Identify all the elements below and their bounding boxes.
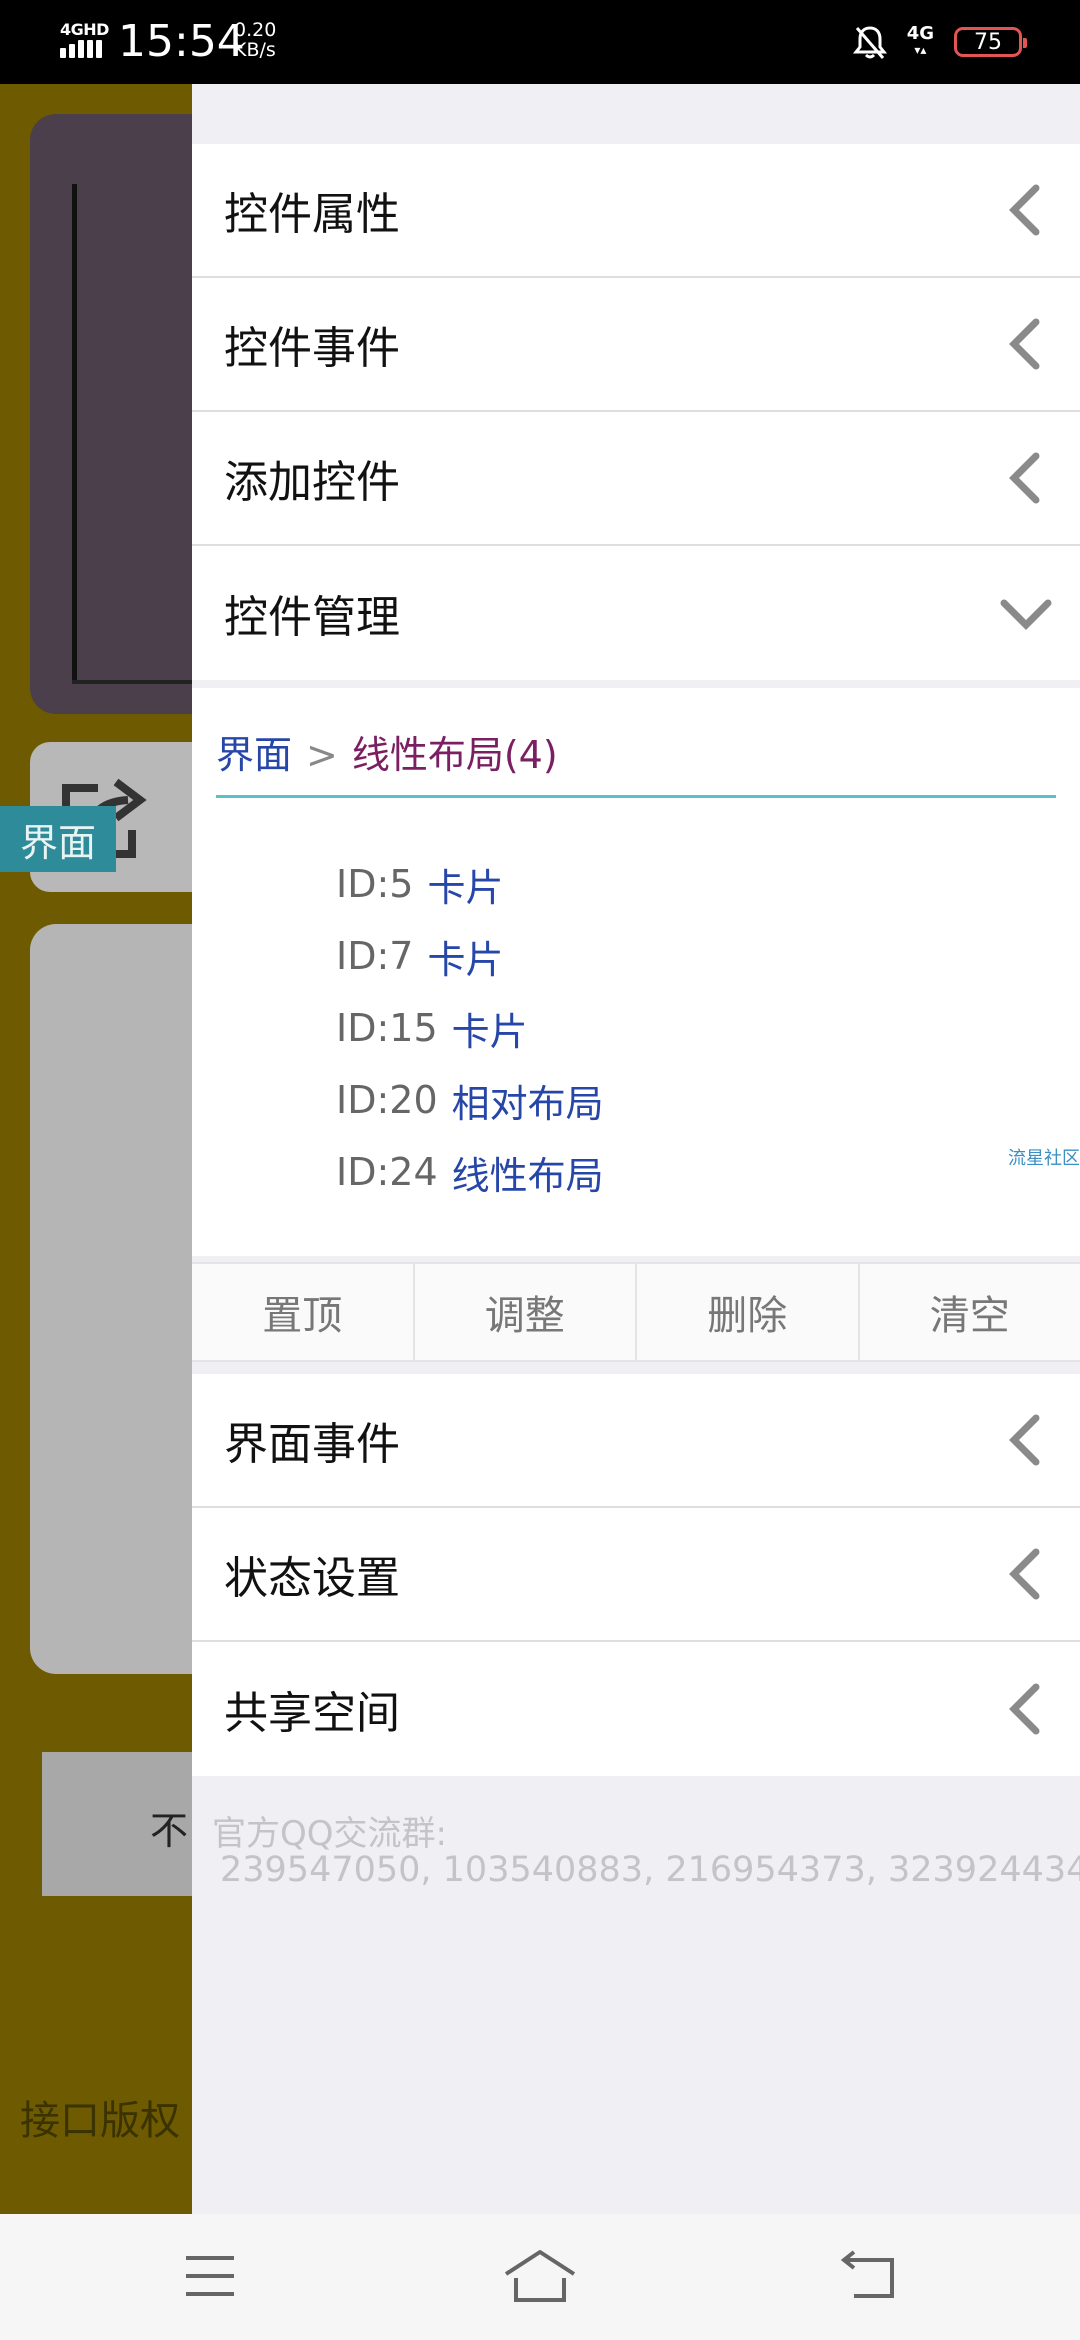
chevron-left-icon <box>1009 1548 1040 1600</box>
list-item[interactable]: ID:20 相对布局 <box>336 1064 604 1136</box>
side-drawer: 控件属性 控件事件 添加控件 控件管理 界面 > 线性布局(4) ID:5 卡片 <box>192 84 1080 2214</box>
chevron-left-icon <box>1009 452 1040 504</box>
battery-icon: 75 <box>954 27 1027 57</box>
clock: 15:54 <box>118 16 245 67</box>
battery-level: 75 <box>974 29 1002 55</box>
menu-item-label: 共享空间 <box>224 1688 400 1739</box>
widget-id: ID:20 <box>336 1078 438 1122</box>
chevron-left-icon <box>1009 1683 1040 1735</box>
widget-id: ID:7 <box>336 934 414 978</box>
menu-item-label: 控件管理 <box>224 592 400 643</box>
breadcrumb-separator: > <box>306 733 338 777</box>
menu-item-widget-events[interactable]: 控件事件 <box>192 278 1080 412</box>
widget-name: 相对布局 <box>451 1081 604 1126</box>
list-item[interactable]: ID:15 卡片 <box>336 992 604 1064</box>
list-item[interactable]: ID:7 卡片 <box>336 920 604 992</box>
menu-item-shared-space[interactable]: 共享空间 <box>192 1642 1080 1776</box>
delete-button[interactable]: 删除 <box>637 1264 860 1360</box>
menu-item-interface-events[interactable]: 界面事件 <box>192 1374 1080 1508</box>
menu-item-label: 界面事件 <box>224 1419 400 1470</box>
qq-group-title: 官方QQ交流群: <box>212 1814 447 1854</box>
signal-icon: 4GHD <box>58 20 109 60</box>
chevron-down-icon <box>1000 599 1052 630</box>
list-item[interactable]: ID:5 卡片 <box>336 848 604 920</box>
widget-name: 卡片 <box>451 1009 528 1054</box>
breadcrumb-current[interactable]: 线性布局(4) <box>352 724 558 779</box>
qq-group-numbers: 239547050, 103540883, 216954373, 3239244… <box>220 1850 1080 1890</box>
menu-item-label: 控件事件 <box>224 323 400 374</box>
back-icon[interactable] <box>838 2248 902 2304</box>
background-copyright: 接口版权 <box>20 2098 180 2144</box>
mute-bell-icon <box>852 26 887 59</box>
chevron-left-icon <box>1009 1414 1040 1466</box>
speed-value: 0.20 <box>234 19 277 41</box>
speed-unit: KB/s <box>234 39 276 61</box>
widget-name: 线性布局 <box>451 1153 604 1198</box>
top-menu-group: 控件属性 控件事件 添加控件 控件管理 <box>192 144 1080 680</box>
interface-tag[interactable]: 界面 <box>0 806 116 872</box>
menu-item-state-settings[interactable]: 状态设置 <box>192 1508 1080 1642</box>
mobile-data-label: 4G <box>906 23 934 44</box>
menu-item-label: 控件属性 <box>224 189 400 240</box>
widget-id: ID:5 <box>336 862 414 906</box>
navigation-bar <box>0 2214 1080 2340</box>
menu-item-label: 添加控件 <box>224 457 400 508</box>
home-icon[interactable] <box>502 2248 578 2304</box>
clear-button[interactable]: 清空 <box>860 1264 1080 1360</box>
widget-list: ID:5 卡片 ID:7 卡片 ID:15 卡片 ID:20 相对布局 ID:2… <box>336 848 604 1208</box>
menu-item-widget-management[interactable]: 控件管理 <box>192 546 1080 680</box>
widget-name: 卡片 <box>427 865 504 910</box>
breadcrumb-underline <box>216 795 1056 798</box>
network-speed: 0.20 KB/s <box>234 20 276 60</box>
widget-id: ID:15 <box>336 1006 438 1050</box>
widget-management-panel: 界面 > 线性布局(4) ID:5 卡片 ID:7 卡片 ID:15 卡片 ID… <box>192 688 1080 1256</box>
menu-item-widget-properties[interactable]: 控件属性 <box>192 144 1080 278</box>
watermark-text: 流星社区 <box>1008 1148 1080 1169</box>
list-item[interactable]: ID:24 线性布局 <box>336 1136 604 1208</box>
bottom-menu-group: 界面事件 状态设置 共享空间 <box>192 1374 1080 1776</box>
chevron-left-icon <box>1009 184 1040 236</box>
status-bar: 4GHD 15:54 0.20 KB/s 4G ▾▴ 75 <box>0 0 1080 84</box>
widget-id: ID:24 <box>336 1150 438 1194</box>
menu-item-add-widget[interactable]: 添加控件 <box>192 412 1080 546</box>
adjust-button[interactable]: 调整 <box>415 1264 637 1360</box>
pin-top-button[interactable]: 置顶 <box>192 1264 415 1360</box>
mobile-data-icon: 4G ▾▴ <box>906 23 934 58</box>
network-type: 4GHD <box>60 20 109 39</box>
menu-item-label: 状态设置 <box>224 1553 400 1604</box>
menu-icon[interactable] <box>178 2248 242 2304</box>
widget-name: 卡片 <box>427 937 504 982</box>
breadcrumb-root[interactable]: 界面 <box>216 724 292 779</box>
action-bar: 置顶 调整 删除 清空 <box>192 1262 1080 1362</box>
chevron-left-icon <box>1009 318 1040 370</box>
breadcrumb: 界面 > 线性布局(4) <box>216 724 558 779</box>
background-partial-text: 不 <box>150 1809 189 1853</box>
